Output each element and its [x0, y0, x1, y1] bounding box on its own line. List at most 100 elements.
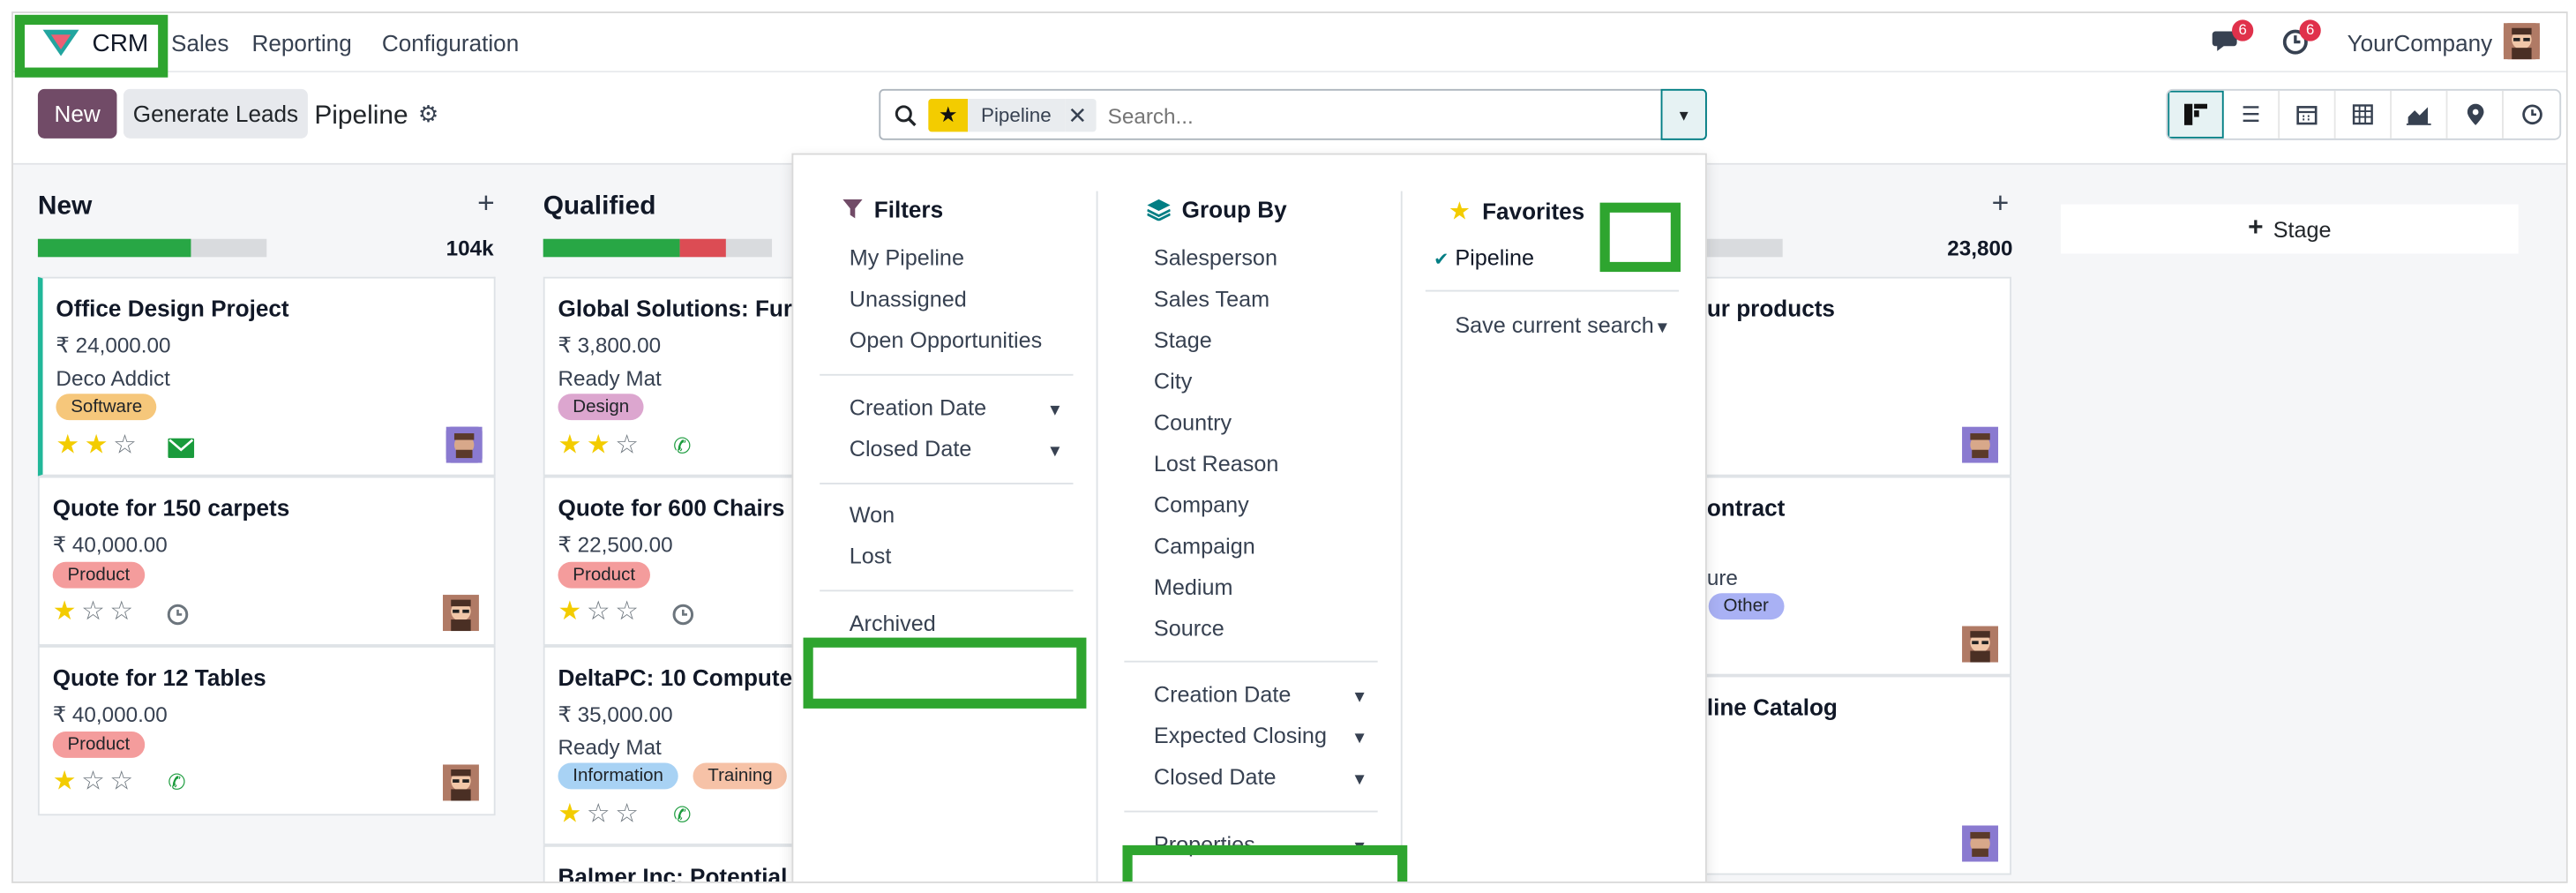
menu-sales[interactable]: Sales	[171, 30, 228, 56]
filter-my-pipeline[interactable]: My Pipeline	[850, 245, 964, 270]
filter-won[interactable]: Won	[850, 502, 895, 527]
salesperson-avatar[interactable]	[442, 595, 479, 632]
kanban-card[interactable]: Office Design Project ₹ 24,000.00 Deco A…	[37, 276, 496, 477]
groupby-medium[interactable]: Medium	[1154, 575, 1233, 600]
favorite-pipeline[interactable]: Pipeline	[1455, 245, 1534, 270]
generate-leads-button[interactable]: Generate Leads	[123, 88, 308, 139]
new-button[interactable]: New	[37, 88, 117, 139]
progress-overdue-segment[interactable]	[680, 238, 727, 258]
activity-button[interactable]: 6	[2281, 19, 2321, 61]
filter-closed-date[interactable]: Closed Date	[850, 437, 972, 462]
activity-clock-icon[interactable]	[166, 603, 189, 626]
progress-won-segment[interactable]	[543, 238, 681, 258]
column-quick-add-icon[interactable]: +	[1992, 186, 2010, 221]
groupby-stage[interactable]: Stage	[1154, 328, 1212, 353]
activity-clock-icon[interactable]	[671, 603, 694, 626]
salesperson-avatar[interactable]	[446, 426, 483, 463]
groupby-source[interactable]: Source	[1154, 616, 1224, 641]
caret-down-icon[interactable]: ▼	[1352, 771, 1367, 790]
caret-down-icon[interactable]: ▼	[1047, 443, 1063, 462]
company-switcher[interactable]: YourCompany	[2348, 30, 2493, 56]
groupby-closed-date[interactable]: Closed Date	[1154, 764, 1277, 789]
salesperson-avatar[interactable]	[1962, 825, 1999, 862]
star-empty-icon[interactable]: ☆	[81, 599, 105, 627]
envelope-icon[interactable]	[168, 438, 195, 459]
filter-lost[interactable]: Lost	[850, 544, 892, 568]
star-empty-icon[interactable]: ☆	[615, 432, 639, 460]
user-avatar[interactable]	[2503, 23, 2540, 60]
kanban-card[interactable]: ur products	[1692, 276, 2012, 477]
pivot-view-button[interactable]	[2336, 90, 2393, 139]
star-filled-icon[interactable]: ★	[85, 432, 109, 460]
salesperson-avatar[interactable]	[1962, 626, 1999, 663]
caret-down-icon[interactable]: ▼	[1352, 688, 1367, 707]
kanban-card[interactable]: Quote for 600 Chairs ₹ 22,500.00 Product…	[543, 476, 807, 646]
star-empty-icon[interactable]: ☆	[615, 801, 639, 829]
star-filled-icon[interactable]: ★	[558, 801, 582, 829]
groupby-expected-closing[interactable]: Expected Closing	[1154, 724, 1327, 748]
phone-icon[interactable]: ✆	[168, 769, 185, 796]
star-empty-icon[interactable]: ☆	[109, 769, 133, 796]
star-empty-icon[interactable]: ☆	[587, 801, 610, 829]
groupby-city[interactable]: City	[1154, 369, 1192, 394]
menu-reporting[interactable]: Reporting	[251, 30, 351, 56]
column-quick-add-icon[interactable]: +	[477, 186, 495, 221]
caret-down-icon[interactable]: ▼	[1654, 319, 1670, 338]
progress-won-segment[interactable]	[37, 238, 191, 258]
filter-open-opportunities[interactable]: Open Opportunities	[850, 328, 1042, 353]
facet-remove-icon[interactable]: ✕	[1064, 99, 1097, 132]
search-icon[interactable]	[894, 104, 917, 127]
groupby-company[interactable]: Company	[1154, 492, 1249, 517]
priority-stars[interactable]: ★ ☆ ☆	[53, 769, 133, 796]
gear-icon[interactable]: ⚙	[418, 101, 438, 129]
kanban-card[interactable]: line Catalog	[1692, 675, 2012, 875]
star-empty-icon[interactable]: ☆	[109, 599, 133, 627]
activity-view-button[interactable]	[2504, 91, 2559, 139]
caret-down-icon[interactable]: ▼	[1047, 402, 1063, 421]
phone-icon[interactable]: ✆	[673, 433, 691, 460]
star-empty-icon[interactable]: ☆	[615, 599, 639, 627]
star-filled-icon[interactable]: ★	[587, 432, 610, 460]
save-current-search[interactable]: Save current search	[1455, 313, 1653, 338]
star-filled-icon[interactable]: ★	[558, 599, 582, 627]
map-view-button[interactable]	[2447, 90, 2504, 139]
kanban-card[interactable]: ontract ure Other	[1692, 476, 2012, 676]
filter-unassigned[interactable]: Unassigned	[850, 287, 967, 311]
priority-stars[interactable]: ★ ☆ ☆	[558, 599, 639, 627]
column-progress-bar[interactable]	[37, 238, 267, 258]
filter-creation-date[interactable]: Creation Date	[850, 395, 986, 420]
add-stage-button[interactable]: + Stage	[2060, 204, 2519, 254]
kanban-view-button[interactable]	[2168, 90, 2224, 139]
search-input[interactable]	[1107, 99, 1635, 132]
salesperson-avatar[interactable]	[1962, 426, 1999, 463]
star-filled-icon[interactable]: ★	[53, 599, 77, 627]
priority-stars[interactable]: ★ ☆ ☆	[53, 599, 133, 627]
kanban-card[interactable]: Quote for 150 carpets ₹ 40,000.00 Produc…	[37, 476, 496, 646]
star-empty-icon[interactable]: ☆	[587, 599, 610, 627]
search-options-toggle[interactable]: ▼	[1660, 88, 1707, 140]
star-filled-icon[interactable]: ★	[558, 432, 582, 460]
star-empty-icon[interactable]: ☆	[81, 769, 105, 796]
priority-stars[interactable]: ★ ★ ☆	[56, 432, 137, 460]
filter-archived[interactable]: Archived	[850, 612, 936, 636]
menu-configuration[interactable]: Configuration	[382, 30, 519, 56]
priority-stars[interactable]: ★ ☆ ☆	[558, 801, 639, 829]
phone-icon[interactable]: ✆	[673, 802, 691, 829]
kanban-card[interactable]: DeltaPC: 10 Computer ₹ 35,000.00 Ready M…	[543, 645, 807, 845]
kanban-card[interactable]: Balmer Inc: Potential D...	[543, 844, 829, 882]
groupby-sales-team[interactable]: Sales Team	[1154, 287, 1269, 311]
graph-view-button[interactable]	[2392, 90, 2448, 139]
groupby-creation-date[interactable]: Creation Date	[1154, 682, 1291, 707]
groupby-salesperson[interactable]: Salesperson	[1154, 245, 1277, 270]
groupby-lost-reason[interactable]: Lost Reason	[1154, 452, 1278, 477]
kanban-card[interactable]: Global Solutions: Furn ₹ 3,800.00 Ready …	[543, 276, 807, 477]
salesperson-avatar[interactable]	[442, 764, 479, 801]
groupby-country[interactable]: Country	[1154, 410, 1232, 435]
discuss-button[interactable]: 6	[2212, 19, 2254, 61]
groupby-campaign[interactable]: Campaign	[1154, 534, 1255, 559]
column-progress-bar[interactable]	[543, 238, 773, 258]
list-view-button[interactable]: ☰	[2224, 90, 2280, 139]
calendar-view-button[interactable]	[2280, 90, 2336, 139]
star-empty-icon[interactable]: ☆	[113, 432, 137, 460]
caret-down-icon[interactable]: ▼	[1352, 730, 1367, 748]
